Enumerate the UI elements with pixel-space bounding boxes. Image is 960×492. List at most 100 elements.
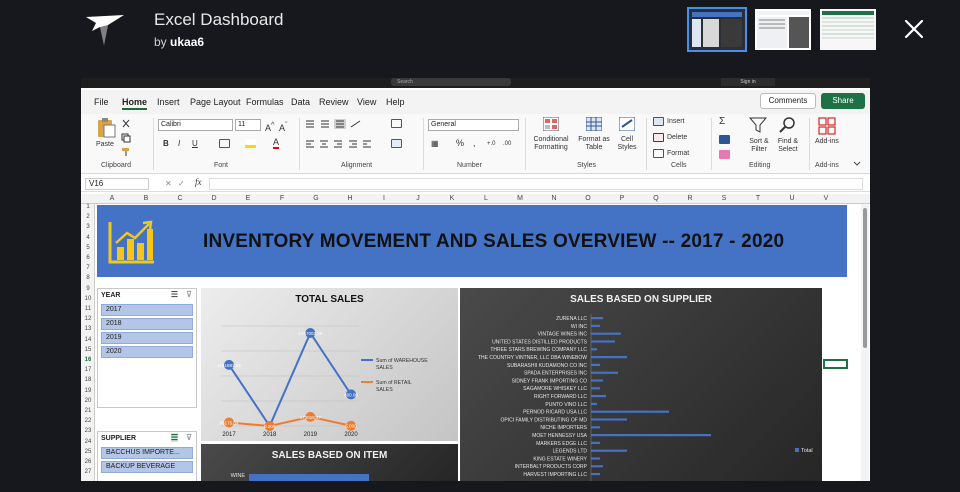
thumbnail-1[interactable] bbox=[687, 7, 747, 52]
column-header[interactable]: G bbox=[299, 194, 333, 204]
row-header[interactable]: 5 bbox=[81, 245, 95, 253]
wrap-text-icon[interactable] bbox=[391, 119, 402, 128]
column-header[interactable]: N bbox=[537, 194, 571, 204]
increase-font-icon[interactable]: A^ bbox=[265, 121, 275, 133]
selected-cell[interactable] bbox=[823, 359, 848, 369]
vertical-scrollbar[interactable] bbox=[861, 204, 869, 481]
merge-center-icon[interactable] bbox=[391, 139, 402, 148]
font-size-select[interactable]: 11 bbox=[235, 119, 261, 131]
menu-formulas[interactable]: Formulas bbox=[246, 97, 284, 107]
column-header[interactable]: E bbox=[231, 194, 265, 204]
row-header[interactable]: 2 bbox=[81, 214, 95, 222]
thumbnail-3[interactable] bbox=[818, 7, 878, 52]
supplier-slicer-item[interactable]: BACKUP BEVERAGE bbox=[101, 461, 193, 473]
column-header[interactable]: C bbox=[163, 194, 197, 204]
row-header[interactable]: 18 bbox=[81, 377, 95, 385]
conditional-formatting-label[interactable]: Conditional Formatting bbox=[530, 136, 572, 152]
row-header[interactable]: 8 bbox=[81, 275, 95, 283]
row-header[interactable]: 10 bbox=[81, 296, 95, 304]
enter-icon[interactable]: ✓ bbox=[178, 180, 185, 188]
column-header[interactable]: M bbox=[503, 194, 537, 204]
column-header[interactable]: Q bbox=[639, 194, 673, 204]
author-link[interactable]: ukaa6 bbox=[170, 35, 204, 49]
column-header[interactable]: H bbox=[333, 194, 367, 204]
sort-filter-label[interactable]: Sort & Filter bbox=[745, 138, 773, 154]
row-header[interactable]: 25 bbox=[81, 449, 95, 457]
cell-styles-label[interactable]: Cell Styles bbox=[613, 136, 641, 152]
menu-file[interactable]: File bbox=[94, 97, 109, 107]
row-header[interactable]: 9 bbox=[81, 286, 95, 294]
row-header[interactable]: 21 bbox=[81, 408, 95, 416]
row-header[interactable]: 19 bbox=[81, 388, 95, 396]
hummingbird-logo-icon[interactable] bbox=[84, 13, 126, 47]
sign-in-button[interactable]: Sign in bbox=[721, 78, 775, 86]
decrease-font-icon[interactable]: Aˇ bbox=[279, 121, 288, 133]
year-slicer-item[interactable]: 2019 bbox=[101, 332, 193, 344]
row-header[interactable]: 14 bbox=[81, 337, 95, 345]
column-header[interactable]: K bbox=[435, 194, 469, 204]
column-header[interactable]: P bbox=[605, 194, 639, 204]
menu-insert[interactable]: Insert bbox=[157, 97, 180, 107]
menu-review[interactable]: Review bbox=[319, 97, 349, 107]
row-header[interactable]: 11 bbox=[81, 306, 95, 314]
find-select-icon[interactable] bbox=[779, 116, 797, 134]
collapse-ribbon-icon[interactable] bbox=[853, 161, 861, 167]
menu-view[interactable]: View bbox=[357, 97, 376, 107]
column-header[interactable]: L bbox=[469, 194, 503, 204]
find-select-label[interactable]: Find & Select bbox=[773, 138, 803, 154]
column-header[interactable]: O bbox=[571, 194, 605, 204]
column-header[interactable]: U bbox=[775, 194, 809, 204]
format-cells-label[interactable]: Format bbox=[667, 150, 689, 158]
row-header[interactable]: 23 bbox=[81, 428, 95, 436]
column-header[interactable]: V bbox=[809, 194, 843, 204]
decrease-decimal-icon[interactable]: .00 bbox=[503, 140, 511, 148]
column-header[interactable]: S bbox=[707, 194, 741, 204]
conditional-formatting-icon[interactable] bbox=[543, 117, 559, 131]
thumbnail-2[interactable] bbox=[753, 7, 813, 52]
delete-cells-label[interactable]: Delete bbox=[667, 134, 687, 142]
close-icon[interactable] bbox=[903, 18, 925, 40]
menu-help[interactable]: Help bbox=[386, 97, 405, 107]
clear-filter-icon[interactable]: ⊽ bbox=[186, 290, 192, 299]
column-header[interactable]: B bbox=[129, 194, 163, 204]
row-header[interactable]: 27 bbox=[81, 469, 95, 477]
add-ins-icon[interactable] bbox=[818, 117, 836, 135]
supplier-slicer-item[interactable]: BACCHUS IMPORTE... bbox=[101, 447, 193, 459]
year-slicer-item[interactable]: 2020 bbox=[101, 346, 193, 358]
menu-data[interactable]: Data bbox=[291, 97, 310, 107]
cut-icon[interactable] bbox=[121, 119, 131, 129]
column-header[interactable]: F bbox=[265, 194, 299, 204]
paste-icon[interactable] bbox=[95, 117, 117, 139]
clear-filter-icon[interactable]: ⊽ bbox=[186, 433, 192, 442]
column-header[interactable]: T bbox=[741, 194, 775, 204]
fill-color-icon[interactable] bbox=[245, 139, 256, 148]
column-header[interactable]: R bbox=[673, 194, 707, 204]
sort-filter-icon[interactable] bbox=[749, 117, 767, 133]
percent-icon[interactable]: % bbox=[456, 139, 464, 148]
row-header[interactable]: 13 bbox=[81, 326, 95, 334]
menu-home[interactable]: Home bbox=[122, 97, 148, 110]
accounting-format-icon[interactable]: ▦ bbox=[431, 140, 439, 148]
fill-icon[interactable] bbox=[719, 135, 730, 144]
font-name-select[interactable]: Calibri bbox=[158, 119, 233, 131]
row-header[interactable]: 26 bbox=[81, 459, 95, 467]
borders-icon[interactable] bbox=[219, 139, 230, 148]
horizontal-align-icons[interactable] bbox=[305, 139, 375, 149]
row-header[interactable]: 3 bbox=[81, 224, 95, 232]
clear-icon[interactable] bbox=[719, 150, 730, 159]
delete-cells-icon[interactable] bbox=[653, 133, 664, 142]
insert-cells-icon[interactable] bbox=[653, 117, 664, 126]
copy-icon[interactable] bbox=[121, 133, 131, 143]
name-box[interactable]: V16 bbox=[85, 178, 149, 190]
row-header[interactable]: 12 bbox=[81, 316, 95, 324]
increase-decimal-icon[interactable]: +.0 bbox=[487, 140, 496, 148]
autosum-icon[interactable]: Σ bbox=[719, 117, 725, 127]
bold-icon[interactable]: B bbox=[163, 140, 169, 148]
column-header[interactable]: A bbox=[95, 194, 129, 204]
cell-styles-icon[interactable] bbox=[619, 117, 635, 131]
format-painter-icon[interactable] bbox=[121, 147, 131, 157]
format-as-table-icon[interactable] bbox=[586, 117, 602, 131]
row-header[interactable]: 7 bbox=[81, 265, 95, 273]
formula-input[interactable] bbox=[209, 178, 863, 190]
comma-style-icon[interactable]: , bbox=[473, 139, 476, 148]
